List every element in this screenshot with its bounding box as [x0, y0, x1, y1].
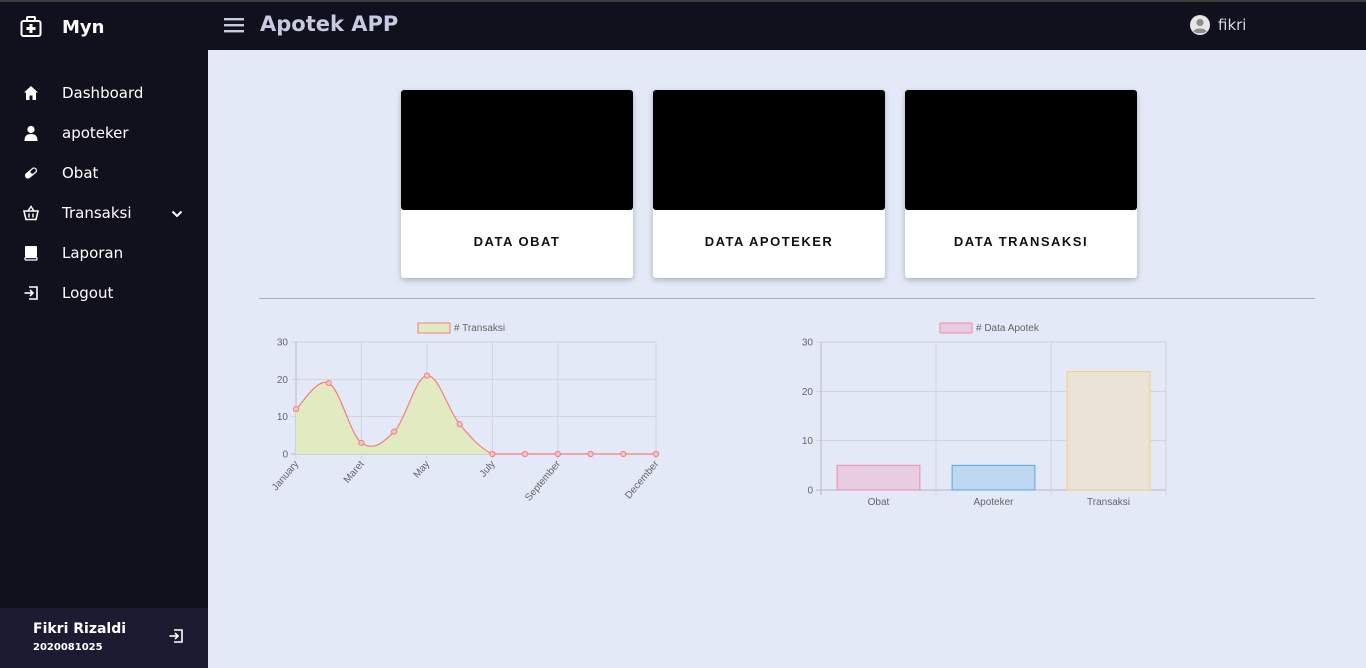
data-point	[325, 379, 332, 387]
bar-obat	[836, 464, 921, 491]
card-title: DATA OBAT	[473, 234, 561, 249]
card-title: DATA APOTEKER	[704, 234, 834, 249]
user-name: fikri	[1218, 16, 1247, 34]
logout-icon	[22, 284, 40, 302]
x-tick-label: Apoteker	[973, 497, 1014, 508]
chevron-down-icon[interactable]	[170, 206, 184, 220]
data-point	[521, 450, 529, 458]
profile-id: 2020081025	[33, 642, 103, 653]
y-tick-label: 20	[802, 387, 814, 398]
book-icon	[22, 244, 40, 262]
card-title: DATA TRANSAKSI	[953, 234, 1089, 249]
y-tick-label: 20	[277, 375, 289, 386]
card-image	[401, 90, 633, 210]
card-data-obat[interactable]: DATA OBAT	[401, 90, 633, 278]
y-tick-label: 30	[277, 338, 289, 349]
data-point	[587, 450, 594, 458]
sidebar-item-label: Logout	[62, 284, 114, 302]
sidebar-item-label: Dashboard	[62, 84, 144, 102]
data-point	[292, 406, 300, 413]
sidebar-item-logout[interactable]: Logout	[0, 273, 208, 313]
sidebar-item-transaksi[interactable]: Transaksi	[0, 193, 208, 233]
x-tick-label: September	[523, 458, 563, 503]
x-tick-label: January	[270, 459, 301, 493]
card-image	[653, 90, 885, 210]
y-tick-label: 10	[277, 412, 289, 423]
sidebar-item-label: apoteker	[62, 124, 129, 142]
sidebar-item-label: Transaksi	[62, 204, 132, 222]
sidebar-item-laporan[interactable]: Laporan	[0, 233, 208, 273]
legend-label: # Transaksi	[454, 323, 505, 334]
sidebar-item-label: Laporan	[62, 244, 124, 262]
x-tick-label: December	[623, 458, 662, 501]
data-point	[554, 450, 561, 458]
sidebar-item-apoteker[interactable]: apoteker	[0, 113, 208, 153]
x-tick-label: July	[478, 459, 498, 480]
top-header: Apotek APP fikri	[208, 2, 1366, 50]
pill-icon	[22, 164, 40, 182]
data-point	[423, 372, 431, 379]
y-tick-label: 30	[802, 338, 814, 349]
user-menu[interactable]: fikri	[1190, 15, 1246, 35]
data-point	[489, 450, 496, 458]
card-data-apoteker[interactable]: DATA APOTEKER	[653, 90, 885, 278]
page-title: Apotek APP	[260, 12, 399, 36]
first-aid-kit-icon	[20, 16, 42, 38]
data-point	[391, 428, 398, 435]
data-point	[456, 421, 463, 428]
legend-label: # Data Apotek	[976, 323, 1040, 334]
x-tick-label: Transaksi	[1087, 497, 1130, 508]
hamburger-menu-icon[interactable]	[224, 16, 244, 34]
home-icon	[22, 84, 40, 102]
avatar-icon	[1190, 15, 1210, 35]
transaksi-line-chart: 0 10 20 30 January Maret May July September Decem…	[270, 322, 662, 503]
x-tick-label: May	[412, 459, 433, 481]
bar-transaksi	[1066, 371, 1151, 491]
y-tick-label: 10	[802, 436, 814, 447]
y-tick-label: 0	[807, 486, 813, 497]
user-icon	[22, 124, 40, 142]
legend-swatch	[939, 322, 973, 334]
basket-icon	[22, 204, 40, 222]
sidebar-item-obat[interactable]: Obat	[0, 153, 208, 193]
bar-apoteker	[951, 464, 1036, 491]
y-tick-label: 0	[282, 450, 288, 461]
sidebar: Myn Dashboard apoteker Obat Transaksi La…	[0, 2, 208, 668]
sidebar-item-dashboard[interactable]: Dashboard	[0, 73, 208, 113]
sidebar-nav: Dashboard apoteker Obat Transaksi Lapora…	[0, 73, 208, 313]
brand[interactable]: Myn	[20, 12, 104, 42]
sidebar-item-label: Obat	[62, 164, 99, 182]
x-tick-label: Maret	[342, 459, 367, 486]
data-point	[620, 450, 627, 458]
section-divider	[259, 298, 1315, 299]
legend-swatch	[417, 322, 451, 334]
data-apotek-bar-chart: 0 10 20 30 Obat Apoteker Transaksi # Data Apote…	[802, 322, 1167, 508]
brand-name: Myn	[62, 16, 105, 38]
profile-name: Fikri Rizaldi	[33, 621, 127, 637]
data-point	[358, 439, 365, 446]
data-point	[652, 450, 660, 458]
logout-icon[interactable]	[168, 628, 186, 646]
card-data-transaksi[interactable]: DATA TRANSAKSI	[905, 90, 1137, 278]
card-image	[905, 90, 1137, 210]
x-tick-label: Obat	[868, 497, 890, 508]
profile-panel: Fikri Rizaldi 2020081025	[0, 608, 208, 668]
